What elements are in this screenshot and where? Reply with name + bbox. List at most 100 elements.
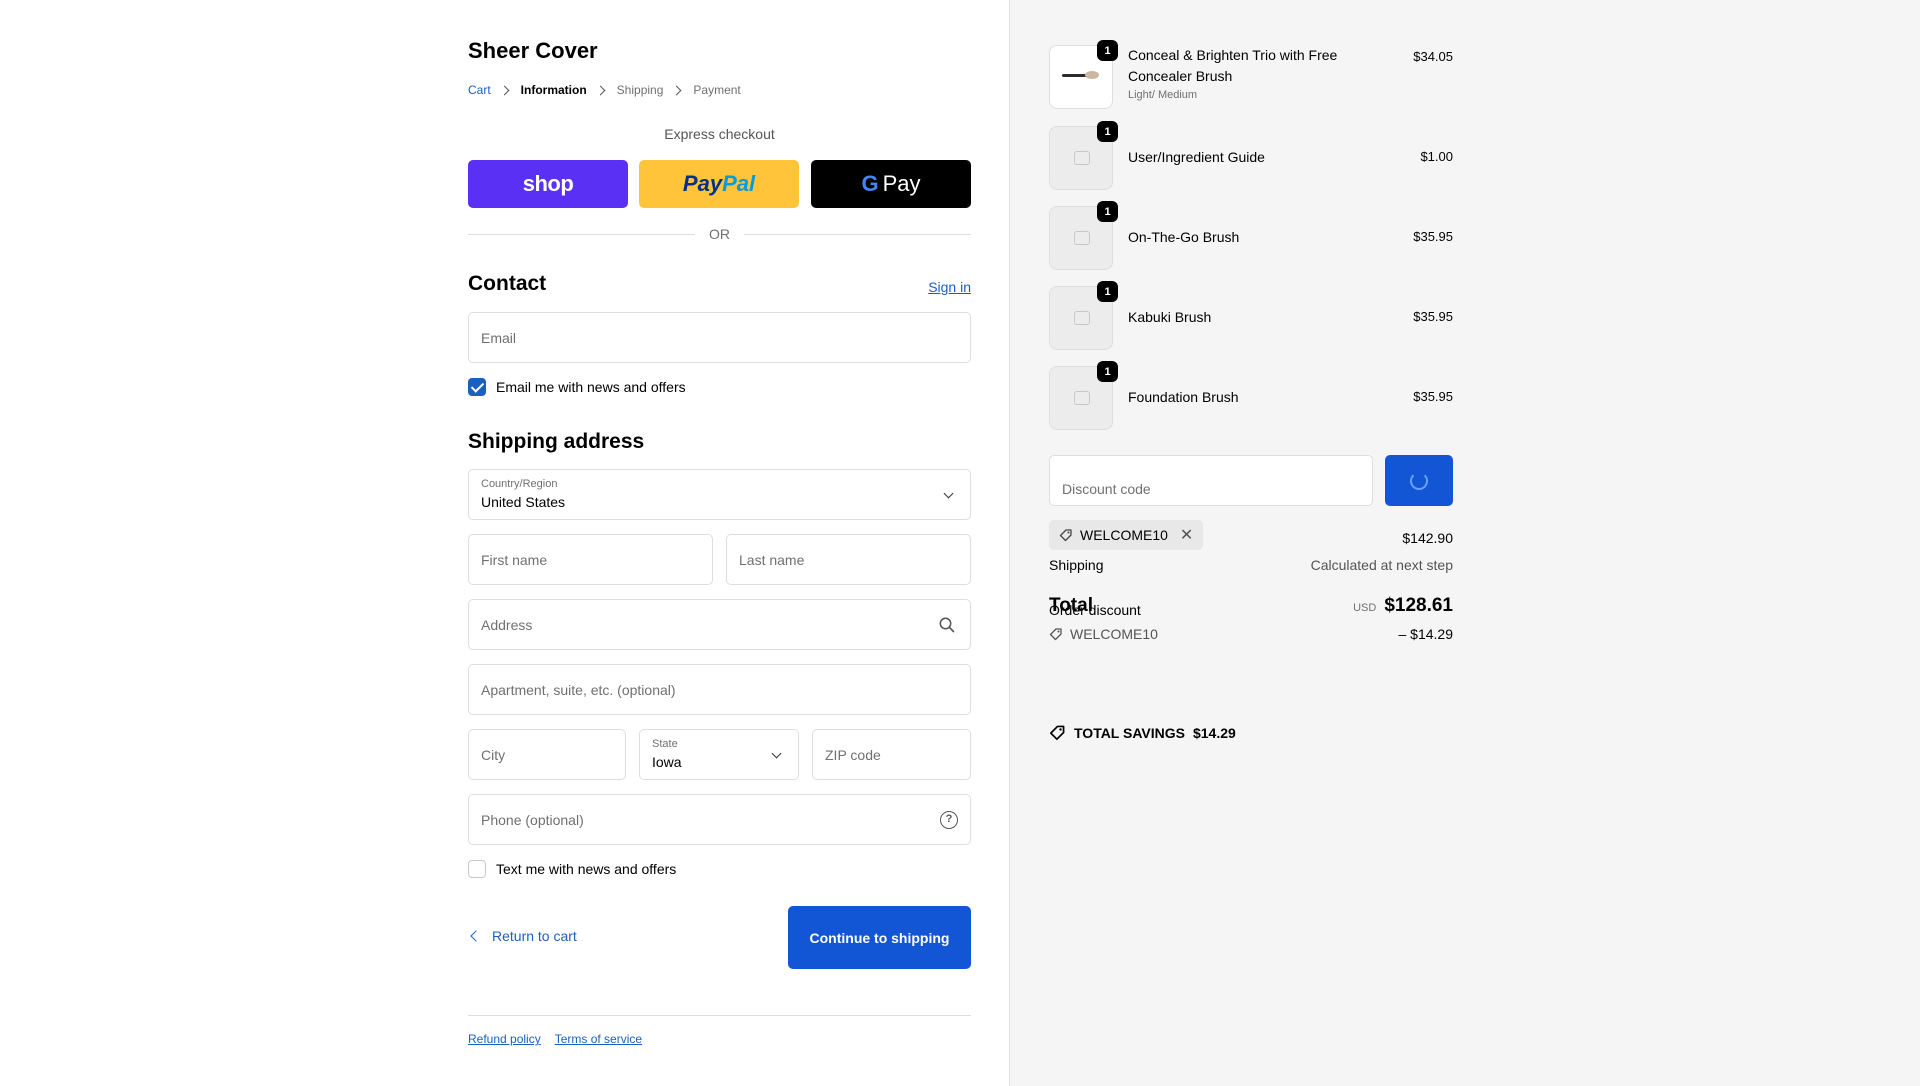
product-thumbnail: 1 [1049,40,1118,109]
state-label: State [652,738,678,750]
discount-code-name: WELCOME10 [1070,626,1158,642]
total-value: USD $128.61 [1353,595,1453,617]
image-placeholder-icon [1074,151,1090,165]
tag-icon [1059,529,1072,542]
line-item: 1 Kabuki Brush $35.95 [1049,281,1453,350]
subtotal-value: $142.90 [1402,530,1453,546]
search-icon [939,617,955,633]
sign-in-link[interactable]: Sign in [928,279,971,295]
text-news-checkbox-row[interactable]: Text me with news and offers [468,860,676,878]
shipping-label: Shipping [1049,557,1104,573]
shipping-row: Shipping Calculated at next step [1049,557,1453,573]
zip-placeholder: ZIP code [825,747,881,763]
image-placeholder-icon [1074,311,1090,325]
breadcrumb-shipping: Shipping [616,83,664,97]
total-label: Total [1049,595,1093,616]
quantity-badge: 1 [1097,201,1118,222]
country-label: Country/Region [481,478,558,490]
phone-placeholder: Phone (optional) [481,812,584,828]
last-name-placeholder: Last name [739,552,805,568]
return-to-cart-link[interactable]: Return to cart [468,928,577,944]
quantity-badge: 1 [1097,121,1118,142]
email-news-checkbox[interactable] [468,378,486,396]
breadcrumb-payment: Payment [693,83,741,97]
tag-icon [1049,725,1065,741]
shipping-address-title: Shipping address [468,430,645,453]
shop-pay-button[interactable]: shop [468,160,628,208]
email-field[interactable]: Email [468,312,971,363]
item-title: Conceal & Brighten Trio with Free Concea… [1128,47,1338,84]
spinner-icon [1410,471,1428,490]
product-photo-icon [1062,71,1099,79]
city-field[interactable]: City [468,729,626,780]
chevron-right-icon [499,85,510,95]
item-variant: Light/ Medium [1128,89,1198,101]
apartment-placeholder: Apartment, suite, etc. (optional) [481,682,676,698]
paypal-logo-pay: Pay [682,171,723,196]
breadcrumb-cart[interactable]: Cart [468,83,491,97]
divider-line [468,233,695,235]
item-price: $1.00 [1420,149,1453,164]
item-title: Foundation Brush [1128,389,1239,405]
google-pay-button[interactable]: G Pay [811,160,971,208]
breadcrumb: Cart Information Shipping Payment [468,83,741,97]
line-item: 1 On-The-Go Brush $35.95 [1049,201,1453,270]
discount-value: – $14.29 [1398,626,1454,642]
image-placeholder-icon [1074,231,1090,245]
total-savings-value: $14.29 [1192,724,1236,741]
total-savings: TOTAL SAVINGS $14.29 [1049,724,1236,741]
tag-icon [1049,628,1062,641]
text-news-checkbox[interactable] [468,860,486,878]
state-select[interactable]: State Iowa [639,729,799,780]
chevron-left-icon [470,930,482,942]
discount-code-field[interactable]: Discount code [1049,455,1373,506]
email-news-checkbox-row[interactable]: Email me with news and offers [468,378,686,396]
first-name-placeholder: First name [481,552,548,568]
line-item: 1 Foundation Brush $35.95 [1049,361,1453,430]
return-to-cart-label: Return to cart [492,928,577,944]
apartment-field[interactable]: Apartment, suite, etc. (optional) [468,664,971,715]
contact-title: Contact [468,272,547,295]
google-pay-label: Pay [882,171,921,196]
shipping-value: Calculated at next step [1310,557,1453,573]
checkout-main: Sheer Cover Cart Information Shipping Pa… [0,0,1009,1086]
refund-policy-link[interactable]: Refund policy [468,1032,541,1046]
first-name-field[interactable]: First name [468,534,713,585]
apply-discount-button[interactable] [1385,455,1453,506]
continue-to-shipping-button[interactable]: Continue to shipping [788,906,971,969]
image-placeholder-icon [1074,391,1090,405]
breadcrumb-information: Information [520,83,587,97]
discount-code-placeholder: Discount code [1062,481,1151,497]
address-field[interactable]: Address [468,599,971,650]
quantity-badge: 1 [1097,40,1118,61]
chevron-right-icon [671,85,682,95]
line-item: 1 User/Ingredient Guide $1.00 [1049,121,1453,190]
zip-field[interactable]: ZIP code [812,729,971,780]
discount-code-tag: WELCOME10 [1049,626,1453,642]
last-name-field[interactable]: Last name [726,534,971,585]
phone-field[interactable]: Phone (optional) ? [468,794,971,845]
state-value: Iowa [652,754,682,770]
google-g-icon: G [861,171,879,196]
country-select[interactable]: Country/Region United States [468,469,971,520]
divider-line [744,233,971,235]
or-label: OR [709,226,730,242]
close-icon[interactable]: ✕ [1180,525,1193,545]
email-placeholder: Email [481,330,517,346]
product-thumbnail: 1 [1049,121,1118,190]
paypal-logo-pal: Pal [722,171,756,196]
applied-code: WELCOME10 [1080,527,1168,543]
quantity-badge: 1 [1097,281,1118,302]
paypal-button[interactable]: Pay Pal [639,160,799,208]
chevron-right-icon [595,85,606,95]
chevron-down-icon [771,748,782,759]
order-summary: 1 Conceal & Brighten Trio with Free Conc… [1009,0,1920,1086]
footer-links: Refund policy Terms of service [468,1032,642,1046]
terms-of-service-link[interactable]: Terms of service [555,1032,642,1046]
help-circle-icon[interactable]: ? [940,811,958,829]
total-amount: $128.61 [1384,595,1453,616]
shop-name[interactable]: Sheer Cover [468,38,598,64]
item-title: Kabuki Brush [1128,309,1212,325]
or-divider: OR [468,226,971,242]
city-placeholder: City [481,747,506,763]
